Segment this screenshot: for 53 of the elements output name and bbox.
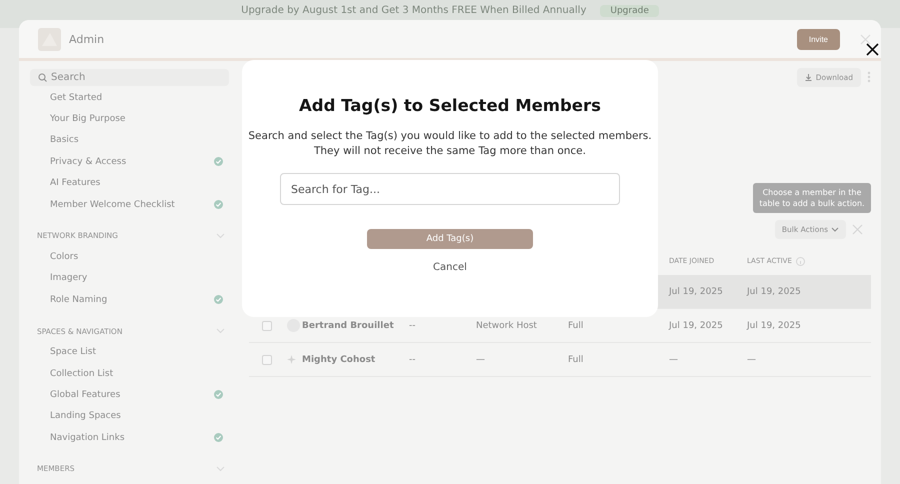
add-tags-button[interactable]: Add Tag(s): [367, 229, 533, 249]
sidebar-item[interactable]: Landing Spaces: [30, 406, 229, 428]
tag-search-field[interactable]: Search for Tag...: [280, 173, 620, 205]
more-icon[interactable]: [867, 71, 871, 83]
sidebar-item[interactable]: Imagery: [30, 268, 229, 290]
member-name: Bertrand Brouillet: [302, 320, 395, 330]
logo-icon: [38, 28, 61, 50]
sidebar-item[interactable]: Privacy & Access: [30, 151, 229, 173]
search-field[interactable]: Search: [30, 69, 229, 86]
member-name: Mighty Cohost: [302, 354, 376, 364]
table-cell-text: Full: [568, 320, 584, 330]
sidebar-item[interactable]: Navigation Links: [30, 427, 229, 448]
sidebar-item[interactable]: Global Features: [30, 384, 229, 406]
close-icon[interactable]: [866, 43, 879, 56]
window-title: Admin: [69, 32, 106, 46]
sidebar-item[interactable]: Role Naming: [30, 289, 229, 311]
invite-button[interactable]: Invite: [796, 28, 840, 50]
sidebar-item[interactable]: Get Started: [30, 87, 229, 108]
chevron-icon: [216, 232, 225, 239]
sidebar-item[interactable]: Collection List: [30, 362, 229, 384]
row-checkbox[interactable]: [262, 320, 272, 330]
sidebar-item[interactable]: Colors: [30, 246, 229, 268]
sidebar-item[interactable]: Basics: [30, 130, 229, 152]
dialog-title: Add Tag(s) to Selected Members: [299, 96, 601, 115]
info-icon: [796, 256, 805, 266]
table-cell-text: Jul 19, 2025: [669, 286, 724, 296]
row-checkbox[interactable]: [262, 354, 272, 364]
sidebar-item[interactable]: Space List: [30, 342, 229, 363]
table-cell-text: Jul 19, 2025: [747, 286, 802, 296]
table-cell-text: —: [747, 354, 757, 364]
sidebar-item[interactable]: Member Welcome Checklist: [30, 194, 229, 216]
banner-text: Upgrade by August 1st and Get 3 Months FREE When Billed Annually: [241, 5, 586, 16]
chevron-icon: [216, 466, 225, 472]
upgrade-button[interactable]: Upgrade: [600, 5, 659, 17]
sparkle-icon: [287, 355, 296, 364]
cancel-button[interactable]: Cancel: [427, 261, 473, 274]
chevron-icon: [216, 328, 225, 334]
sidebar-item[interactable]: Your Big Purpose: [30, 108, 229, 130]
tooltip: Choose a member in the table to add a bulk action.: [753, 182, 871, 213]
table-cell-text: Network Host: [476, 320, 538, 330]
table-cell-text: —: [669, 354, 679, 364]
sidebar-item[interactable]: AI Features: [30, 172, 229, 194]
table-cell-text: Jul 19, 2025: [747, 320, 802, 330]
table-cell-text: Jul 19, 2025: [669, 320, 724, 330]
search-icon: [38, 73, 47, 82]
chevron-icon: [831, 226, 839, 232]
table-cell-text: —: [476, 354, 486, 364]
table-cell-text: --: [409, 320, 416, 330]
table-cell-text: Full: [568, 354, 584, 364]
download-icon: [804, 74, 812, 80]
table-row[interactable]: Mighty Cohost -- — Full — —: [249, 343, 871, 377]
dialog-description: Search and select the Tag(s) you would like to add to the selected members. They will not receive the same Tag more than once.: [248, 129, 652, 158]
table-cell-text: --: [409, 354, 416, 364]
